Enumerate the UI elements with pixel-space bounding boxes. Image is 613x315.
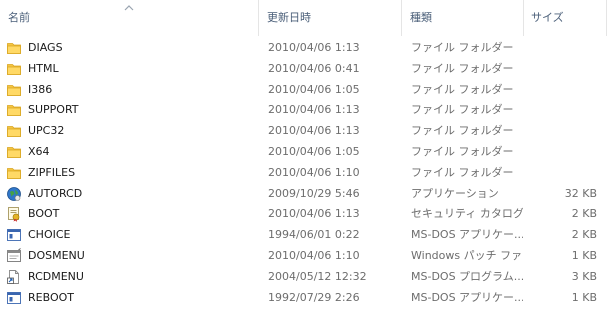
file-size	[524, 100, 597, 121]
file-modified-date: 2010/04/06 1:13	[268, 103, 360, 117]
file-name: AUTORCD	[28, 186, 83, 200]
file-name: DIAGS	[28, 41, 63, 54]
file-size: 1 KB	[571, 290, 597, 304]
file-type: セキュリティ カタログ	[411, 207, 523, 221]
file-size	[524, 121, 597, 142]
file-size	[524, 80, 597, 101]
file-row[interactable]: ZIPFILES 2010/04/06 1:10 ファイル フォルダー	[0, 163, 613, 184]
file-modified-date: 2010/04/06 1:13	[268, 41, 360, 54]
file-row[interactable]: DOSMENU 2010/04/06 1:10 Windows パッチ ファ... 1…	[0, 246, 613, 267]
file-row[interactable]: AUTORCD 2009/10/29 5:46 アプリケーション 32 KB	[0, 184, 613, 205]
file-type: ファイル フォルダー	[411, 82, 514, 96]
file-modified-date: 1992/07/29 2:26	[268, 290, 360, 304]
file-modified-date: 1994/06/01 0:22	[268, 228, 360, 242]
file-name: X64	[28, 144, 50, 158]
file-modified-date: 2004/05/12 12:32	[268, 269, 367, 283]
file-name: BOOT	[28, 207, 60, 221]
file-name: RCDMENU	[28, 269, 84, 283]
file-row[interactable]: DIAGS 2010/04/06 1:13 ファイル フォルダー	[0, 38, 613, 59]
column-separator[interactable]	[606, 0, 607, 36]
folder-icon	[6, 40, 22, 56]
file-type: ファイル フォルダー	[411, 103, 514, 117]
msdos-app-icon	[6, 290, 22, 306]
file-name: ZIPFILES	[28, 165, 76, 179]
file-type: ファイル フォルダー	[411, 165, 514, 179]
file-row[interactable]: HTML 2010/04/06 0:41 ファイル フォルダー	[0, 59, 613, 80]
file-type: MS-DOS プログラム...	[411, 269, 523, 283]
file-row[interactable]: UPC32 2010/04/06 1:13 ファイル フォルダー	[0, 121, 613, 142]
file-type: ファイル フォルダー	[411, 61, 514, 75]
file-name: I386	[28, 82, 53, 96]
security-catalog-icon	[6, 206, 22, 223]
file-size: 2 KB	[571, 207, 597, 221]
file-size: 3 KB	[571, 269, 597, 283]
file-modified-date: 2009/10/29 5:46	[268, 186, 360, 200]
file-type: アプリケーション	[411, 186, 499, 200]
file-type: ファイル フォルダー	[411, 124, 514, 138]
column-separator[interactable]	[258, 0, 259, 36]
file-type: ファイル フォルダー	[411, 144, 514, 158]
file-name: CHOICE	[28, 228, 71, 242]
sort-ascending-icon	[124, 5, 134, 11]
file-row[interactable]: REBOOT 1992/07/29 2:26 MS-DOS アプリケー... 1 KB	[0, 288, 613, 309]
file-modified-date: 2010/04/06 1:05	[268, 82, 360, 96]
file-modified-date: 2010/04/06 1:10	[268, 248, 360, 262]
file-size	[524, 38, 597, 59]
file-modified-date: 2010/04/06 1:13	[268, 207, 360, 221]
file-row[interactable]: I386 2010/04/06 1:05 ファイル フォルダー	[0, 80, 613, 101]
file-row[interactable]: CHOICE 1994/06/01 0:22 MS-DOS アプリケー... 2 KB	[0, 225, 613, 246]
column-header-size[interactable]: サイズ	[531, 0, 606, 36]
column-header-bar: 名前 更新日時 種類 サイズ	[0, 0, 613, 36]
file-name: REBOOT	[28, 290, 74, 304]
file-size: 2 KB	[571, 228, 597, 242]
file-size: 32 KB	[564, 186, 597, 200]
file-row[interactable]: SUPPORT 2010/04/06 1:13 ファイル フォルダー	[0, 100, 613, 121]
file-list-view: 名前 更新日時 種類 サイズ DIAGS 2010/04/06 1:13 ファイル …	[0, 0, 613, 315]
msdos-program-icon	[6, 269, 22, 285]
file-size	[524, 59, 597, 80]
file-row[interactable]: RCDMENU 2004/05/12 12:32 MS-DOS プログラム... 3 …	[0, 267, 613, 288]
application-globe-icon	[6, 186, 22, 202]
file-type: MS-DOS アプリケー...	[411, 228, 523, 242]
msdos-app-icon	[6, 227, 22, 243]
folder-icon	[6, 102, 22, 118]
file-type: MS-DOS アプリケー...	[411, 290, 523, 304]
file-modified-date: 2010/04/06 1:13	[268, 124, 360, 138]
column-separator[interactable]	[401, 0, 402, 36]
column-header-date[interactable]: 更新日時	[267, 0, 401, 36]
folder-icon	[6, 123, 22, 139]
file-size	[524, 142, 597, 163]
folder-icon	[6, 165, 22, 181]
file-row[interactable]: BOOT 2010/04/06 1:13 セキュリティ カタログ 2 KB	[0, 204, 613, 225]
folder-icon	[6, 82, 22, 98]
file-type: ファイル フォルダー	[411, 41, 514, 54]
file-type: Windows パッチ ファ...	[411, 248, 523, 262]
file-row[interactable]: X64 2010/04/06 1:05 ファイル フォルダー	[0, 142, 613, 163]
file-rows: DIAGS 2010/04/06 1:13 ファイル フォルダー HTML 2010/0…	[0, 38, 613, 308]
folder-icon	[6, 61, 22, 77]
file-modified-date: 2010/04/06 0:41	[268, 61, 360, 75]
column-header-type[interactable]: 種類	[410, 0, 522, 36]
file-name: HTML	[28, 61, 59, 75]
file-modified-date: 2010/04/06 1:10	[268, 165, 360, 179]
file-name: DOSMENU	[28, 248, 85, 262]
file-size	[524, 163, 597, 184]
folder-icon	[6, 144, 22, 160]
file-size: 1 KB	[571, 248, 597, 262]
file-modified-date: 2010/04/06 1:05	[268, 144, 360, 158]
column-separator[interactable]	[523, 0, 524, 36]
file-name: UPC32	[28, 124, 65, 138]
pif-shortcut-icon	[6, 248, 22, 264]
file-name: SUPPORT	[28, 103, 79, 117]
